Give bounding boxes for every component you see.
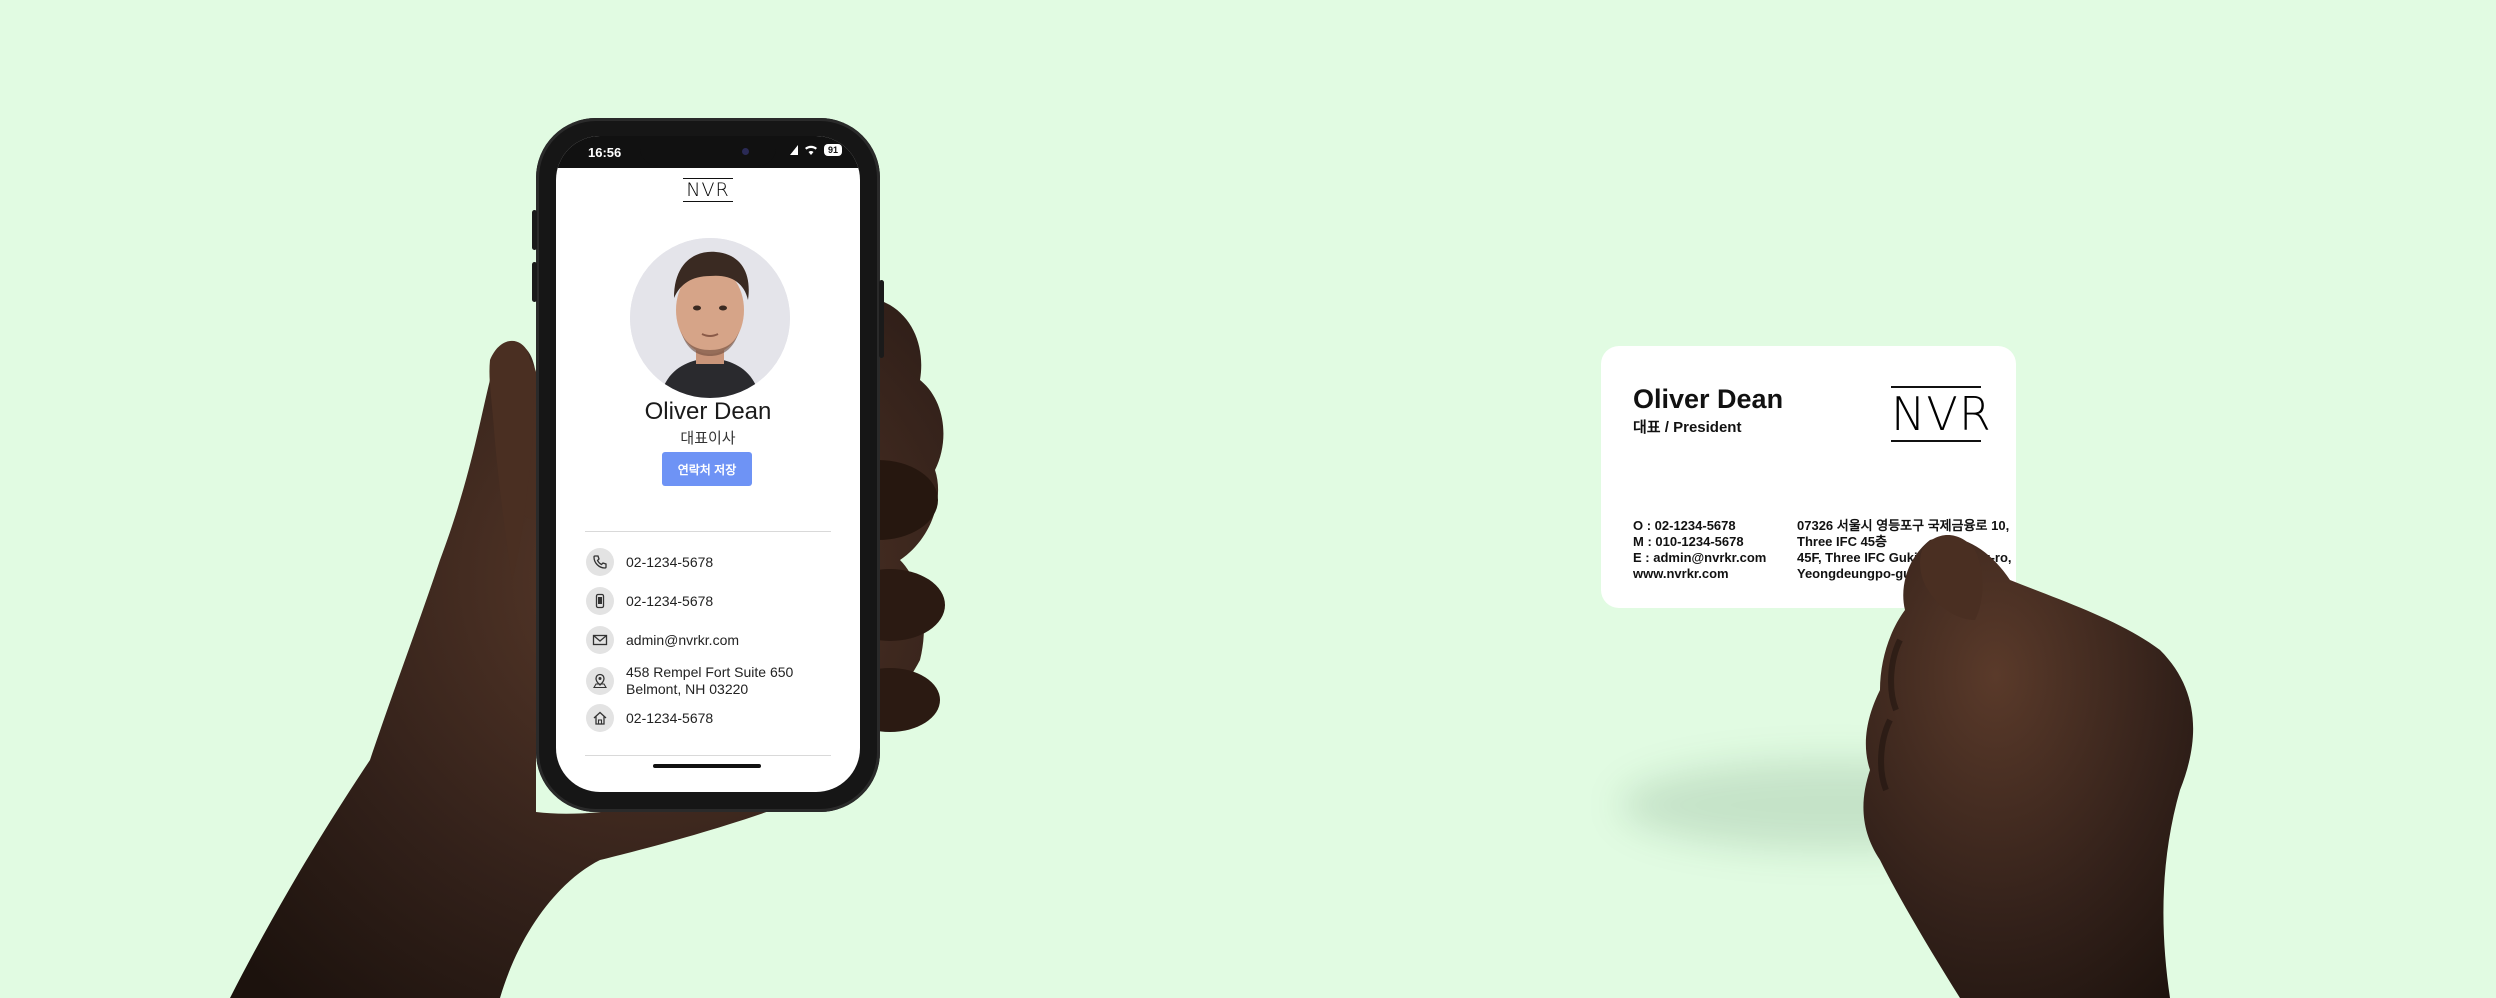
right-hand-image (1863, 535, 2194, 998)
